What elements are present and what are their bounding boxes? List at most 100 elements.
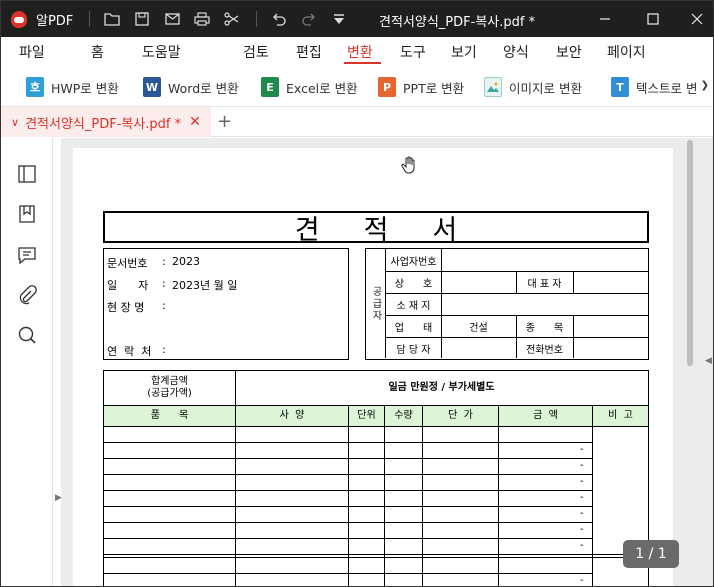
ribbon-toolbar: 호 HWP로 변환 W Word로 변환 E Excel로 변환 P PPT로 …: [1, 67, 713, 107]
right-panel-expand-icon[interactable]: ◀: [705, 356, 712, 366]
grid-line: [422, 405, 423, 586]
grid-line: [441, 249, 442, 358]
menu-forms[interactable]: 양식: [503, 42, 529, 62]
close-tab-icon[interactable]: ✕: [189, 114, 201, 130]
total-amount-value: 일금 만원정 / 부가세별도: [388, 382, 495, 393]
doc-number-label: 문서번호: [107, 257, 148, 270]
column-header-item: 품 목: [104, 406, 235, 426]
business-item-label: 종 목: [525, 322, 564, 334]
tab-list-chevron-icon[interactable]: ∨: [11, 116, 19, 129]
close-button[interactable]: [685, 7, 709, 31]
grid-line: [104, 506, 592, 507]
document-tab-bar: ∨ 견적서양식_PDF-복사.pdf * ✕ +: [1, 107, 713, 137]
ceo-label: 대 표 자: [527, 278, 562, 290]
undo-icon[interactable]: [271, 11, 287, 27]
grid-line: [384, 405, 385, 586]
menu-file[interactable]: 파일: [19, 42, 45, 62]
grid-line: [104, 573, 592, 574]
column-header-unit: 단위: [349, 406, 384, 426]
row-amount: -: [580, 540, 584, 551]
menu-help[interactable]: 도움말: [142, 42, 181, 62]
grid-line: [573, 271, 574, 293]
row-amount: -: [580, 492, 584, 503]
grid-line: [104, 538, 592, 539]
menu-bar: 파일 홈 도움말 검토 편집 변환 도구 보기 양식 보안 페이지: [1, 37, 713, 67]
menu-home[interactable]: 홈: [91, 42, 104, 62]
doc-number-value: 2023: [172, 255, 200, 268]
redo-icon[interactable]: [301, 11, 317, 27]
search-icon[interactable]: [17, 325, 37, 345]
separator: [256, 11, 258, 27]
supplier-side-label: 공급자: [366, 249, 386, 358]
form-title: 견적서: [294, 214, 502, 246]
minimize-button[interactable]: [593, 7, 617, 31]
document-info-box: 문서번호 : 2023 일 자 : 2023년 월 일 현 장 명 : 연 락 …: [103, 248, 349, 360]
excel-icon: E: [261, 77, 279, 97]
hwp-icon: 호: [26, 77, 44, 97]
grid-line: [498, 405, 499, 586]
convert-to-ppt-button[interactable]: P PPT로 변환: [378, 76, 464, 98]
vertical-scrollbar[interactable]: [684, 138, 696, 586]
pdf-page: 견적서 문서번호 : 2023 일 자 : 2023년 월 일 현 장 명 : …: [73, 148, 673, 586]
colon: :: [162, 255, 166, 268]
company-name-label: 상 호: [394, 278, 433, 290]
menu-pages[interactable]: 페이지: [607, 42, 646, 62]
phone-label: 전화번호: [526, 344, 563, 356]
quick-access-dropdown-icon[interactable]: [331, 11, 347, 27]
app-name: 알PDF: [36, 13, 74, 29]
window-title: 견적서양식_PDF-복사.pdf *: [379, 15, 536, 30]
convert-to-text-button[interactable]: T 텍스트로 변: [611, 76, 697, 98]
convert-to-hwp-label: HWP로 변환: [51, 80, 119, 96]
business-type-label: 업 태: [394, 322, 433, 334]
menu-tools[interactable]: 도구: [400, 42, 426, 62]
print-icon[interactable]: [194, 11, 210, 27]
page-indicator: 1 / 1: [623, 540, 679, 568]
convert-to-excel-button[interactable]: E Excel로 변환: [261, 76, 358, 98]
address-label: 소 재 지: [396, 300, 431, 312]
comment-icon[interactable]: [17, 245, 37, 265]
menu-edit[interactable]: 편집: [296, 42, 322, 62]
quote-items-table: 합계금액 (공급가액) 일금 만원정 / 부가세별도 품 목 사 양 단위 수량…: [103, 370, 649, 586]
scrollbar-thumb[interactable]: [687, 140, 693, 366]
convert-to-ppt-label: PPT로 변환: [403, 80, 465, 96]
column-header-spec: 사 양: [236, 406, 348, 426]
document-tab[interactable]: ∨ 견적서양식_PDF-복사.pdf * ✕: [1, 107, 211, 137]
menu-convert[interactable]: 변환: [347, 42, 373, 62]
row-amount: -: [580, 444, 584, 455]
maximize-button[interactable]: [641, 7, 665, 31]
convert-to-word-label: Word로 변환: [168, 80, 239, 96]
manager-label: 담 당 자: [396, 344, 431, 356]
document-tab-label: 견적서양식_PDF-복사.pdf *: [25, 116, 182, 132]
convert-to-hwp-button[interactable]: 호 HWP로 변환: [26, 76, 119, 98]
app-logo-icon: [10, 9, 28, 29]
date-label: 일 자: [107, 279, 149, 292]
row-amount: -: [580, 508, 584, 519]
word-icon: W: [143, 77, 161, 97]
column-header-amount: 금 액: [499, 406, 592, 426]
column-header-remarks: 비 고: [593, 406, 648, 426]
open-folder-icon[interactable]: [104, 11, 120, 27]
attachment-icon[interactable]: [17, 285, 37, 305]
row-amount: -: [580, 524, 584, 535]
grid-line: [104, 474, 592, 475]
row-amount: -: [580, 476, 584, 487]
column-header-unit-price: 단 가: [423, 406, 498, 426]
ribbon-scroll-right-icon[interactable]: ❯: [701, 80, 709, 91]
menu-security[interactable]: 보안: [556, 42, 582, 62]
biz-number-label: 사업자번호: [390, 256, 437, 268]
menu-review[interactable]: 검토: [243, 42, 269, 62]
convert-to-image-button[interactable]: 이미지로 변환: [484, 76, 582, 98]
scissors-icon[interactable]: [224, 11, 240, 27]
new-tab-icon[interactable]: +: [217, 111, 232, 132]
grid-line: [104, 426, 648, 427]
row-amount: -: [580, 460, 584, 471]
convert-to-word-button[interactable]: W Word로 변환: [143, 76, 239, 98]
thumbnail-panel-icon[interactable]: [17, 164, 37, 184]
grid-line: [104, 490, 592, 491]
business-type-value: 건설: [469, 322, 488, 334]
menu-view[interactable]: 보기: [451, 42, 477, 62]
bookmark-icon[interactable]: [17, 204, 37, 224]
save-icon[interactable]: [134, 11, 150, 27]
active-menu-indicator: [344, 62, 381, 64]
mail-icon[interactable]: [164, 11, 180, 27]
